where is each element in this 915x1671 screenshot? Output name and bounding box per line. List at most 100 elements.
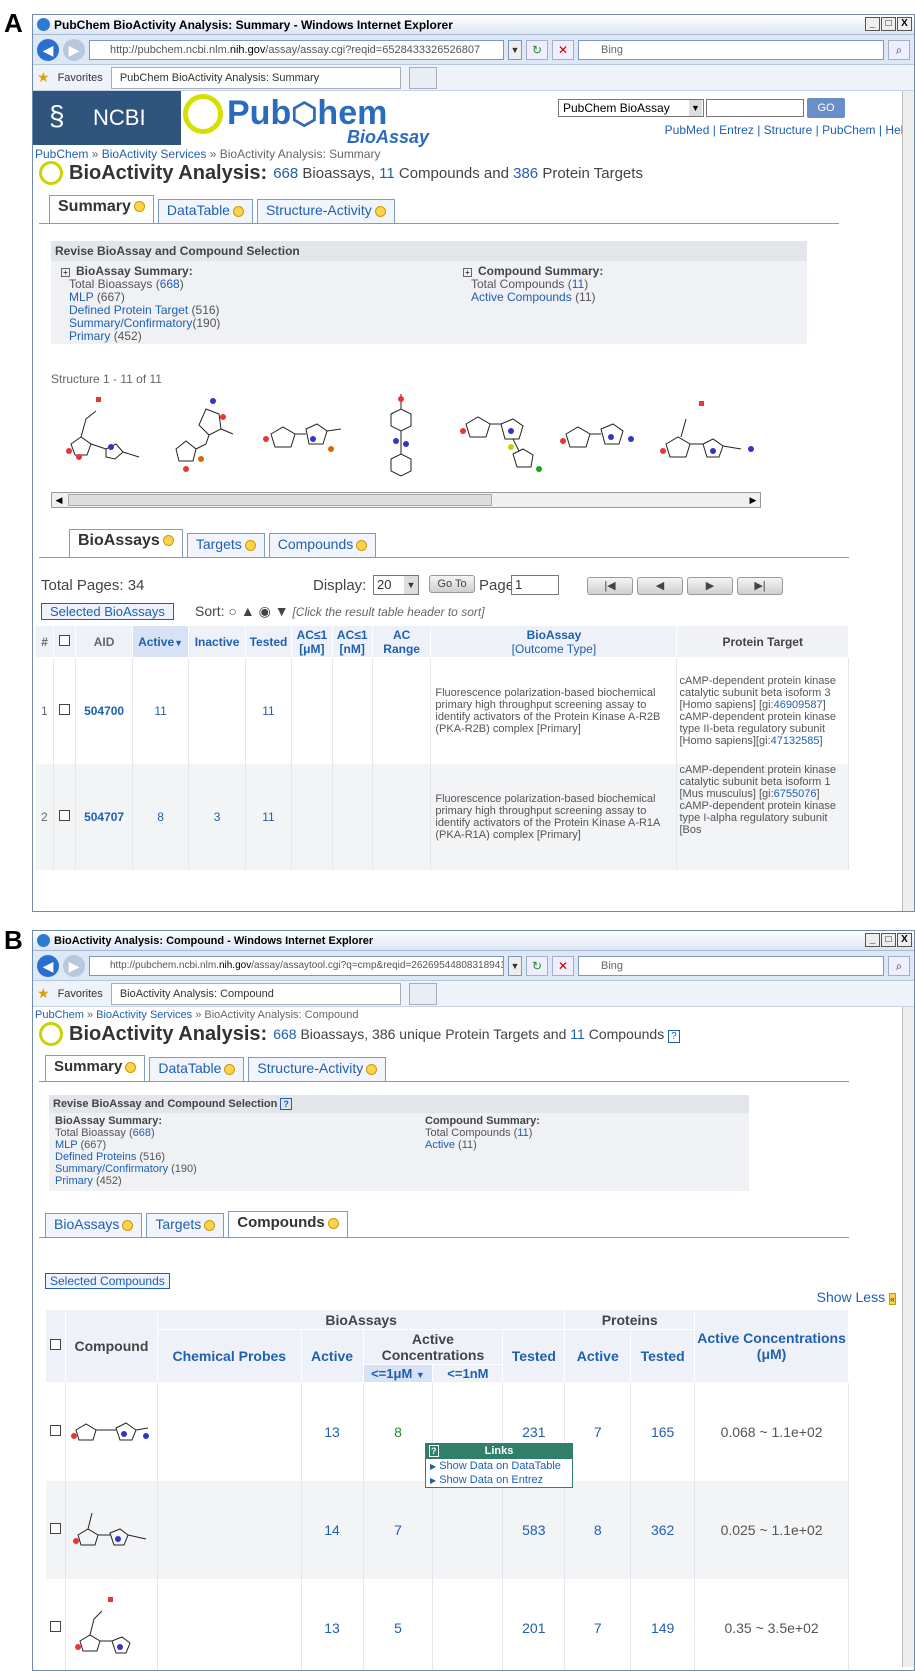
tab-structure-activity[interactable]: Structure-Activity <box>248 1057 387 1081</box>
ncbi-logo[interactable]: § NCBI <box>33 91 181 145</box>
back-button[interactable]: ◀ <box>37 38 59 61</box>
maximize-button[interactable]: □ <box>881 933 896 947</box>
breadcrumb-pubchem[interactable]: PubChem <box>35 1009 84 1021</box>
col-ac-nm[interactable]: AC≤1 [nM] <box>331 625 373 658</box>
minimize-button[interactable]: _ <box>865 933 880 947</box>
last-page-button[interactable]: ▶| <box>737 577 783 595</box>
database-select[interactable]: PubChem BioAssay <box>558 99 704 117</box>
col-bioassay[interactable]: BioAssay [Outcome Type] <box>430 625 678 658</box>
page-input[interactable]: 1 <box>511 575 559 595</box>
close-button[interactable]: X <box>897 933 912 947</box>
sort-desc-icon[interactable]: ▼ <box>275 603 289 619</box>
bioassays-count[interactable]: 668 <box>273 165 298 182</box>
tab-summary[interactable]: Summary <box>49 195 154 223</box>
breadcrumb-services[interactable]: BioActivity Services <box>102 147 207 161</box>
forward-button[interactable]: ▶ <box>63 38 85 61</box>
address-dropdown[interactable]: ▼ <box>508 39 522 60</box>
search-icon[interactable]: ⌕ <box>888 955 910 976</box>
gi-link[interactable]: 6755076 <box>774 788 817 800</box>
tab-bioassays[interactable]: BioAssays <box>45 1213 143 1237</box>
col-le-1nm[interactable]: <=1nM <box>432 1364 504 1383</box>
tab-compounds[interactable]: Compounds <box>228 1211 348 1237</box>
popup-help-icon[interactable]: ? <box>429 1445 439 1457</box>
new-tab-button[interactable] <box>408 982 437 1005</box>
refresh-button[interactable]: ↻ <box>526 955 548 976</box>
compound-structure[interactable] <box>68 1503 154 1553</box>
inactive-count[interactable]: 3 <box>188 763 246 870</box>
bioassay-tested-count[interactable]: 583 <box>502 1480 566 1579</box>
inactive-count[interactable] <box>188 657 246 764</box>
protein-active-count[interactable]: 7 <box>564 1578 632 1670</box>
search-icon[interactable]: ⌕ <box>888 39 910 60</box>
col-select-all[interactable] <box>53 625 77 658</box>
protein-tested-count[interactable]: 362 <box>630 1480 696 1579</box>
col-protein-tested[interactable]: Tested <box>630 1329 696 1383</box>
tested-count[interactable]: 11 <box>245 763 293 870</box>
display-select[interactable]: 20 ▼ <box>373 575 419 595</box>
tab-structure-activity[interactable]: Structure-Activity <box>256 199 395 223</box>
col-ac-um[interactable]: AC≤1 [μM] <box>291 625 333 658</box>
address-dropdown[interactable]: ▼ <box>508 955 522 976</box>
row-checkbox[interactable] <box>49 1522 61 1534</box>
scroll-left-icon[interactable]: ◀ <box>52 493 66 507</box>
page-scrollbar[interactable] <box>902 1007 914 1667</box>
total-compounds-link[interactable]: 11 <box>517 1127 528 1139</box>
tab-bioassays[interactable]: BioAssays <box>69 529 183 557</box>
row-checkbox[interactable] <box>59 809 71 821</box>
summary-confirmatory-link[interactable]: Summary/Confirmatory <box>55 1163 168 1175</box>
help-icon[interactable]: ? <box>280 1098 292 1110</box>
search-box[interactable]: Bing <box>578 955 884 976</box>
protein-tested-count[interactable]: 165 <box>630 1382 696 1481</box>
address-bar[interactable]: http://pubchem.ncbi.nlm.nih.gov/assay/as… <box>89 955 504 976</box>
compound-structure[interactable] <box>651 389 759 487</box>
help-icon[interactable]: ? <box>668 1030 680 1043</box>
total-bioassays-link[interactable]: 668 <box>160 277 180 291</box>
expand-bioassay-icon[interactable]: + <box>61 268 70 277</box>
aid-link[interactable]: 504700 <box>84 704 124 718</box>
compounds-count[interactable]: 11 <box>379 165 395 182</box>
breadcrumb-services[interactable]: BioActivity Services <box>96 1009 192 1021</box>
compound-structure[interactable] <box>251 389 351 487</box>
compound-structure[interactable] <box>68 1410 154 1450</box>
col-tested[interactable]: Tested <box>244 625 293 658</box>
structure-scrollbar[interactable]: ◀ ▶ <box>51 492 761 508</box>
col-bioassay-tested[interactable]: Tested <box>502 1329 566 1383</box>
compound-structure-cell[interactable] <box>65 1578 158 1670</box>
bioassay-active-count[interactable]: 13 <box>301 1578 364 1670</box>
show-data-entrez-link[interactable]: ▶ Show Data on Entrez <box>426 1473 572 1487</box>
new-tab-button[interactable] <box>408 66 437 89</box>
col-active[interactable]: Active▼ <box>131 625 190 658</box>
tab-datatable[interactable]: DataTable <box>149 1057 245 1081</box>
selected-bioassays-button[interactable]: Selected BioAssays <box>41 603 174 620</box>
link-pubmed[interactable]: PubMed <box>665 123 710 137</box>
col-active-concentrations[interactable]: Active Concentrations (μM) <box>694 1309 849 1383</box>
col-bioassay-active[interactable]: Active <box>300 1329 364 1383</box>
address-bar[interactable]: http://pubchem.ncbi.nlm.nih.gov/assay/as… <box>89 39 504 60</box>
mlp-link[interactable]: MLP <box>55 1139 77 1151</box>
selected-compounds-button[interactable]: Selected Compounds <box>45 1273 170 1289</box>
sort-desc-radio[interactable]: ◉ <box>259 603 271 619</box>
select-all-checkbox[interactable] <box>49 1339 61 1350</box>
tab-summary[interactable]: Summary <box>45 1055 146 1081</box>
link-structure[interactable]: Structure <box>764 123 813 137</box>
link-pubchem[interactable]: PubChem <box>822 123 875 137</box>
compound-structure[interactable] <box>351 389 451 487</box>
tab-datatable[interactable]: DataTable <box>157 199 253 223</box>
gi-link[interactable]: 47132585 <box>771 735 820 747</box>
favorites-button[interactable]: Favorites <box>58 72 103 84</box>
forward-button[interactable]: ▶ <box>63 954 85 977</box>
mlp-link[interactable]: MLP <box>69 290 93 304</box>
col-chemical-probes[interactable]: Chemical Probes <box>156 1329 302 1383</box>
gi-link[interactable]: 46909587 <box>774 699 823 711</box>
browser-tab[interactable]: BioActivity Analysis: Compound <box>110 982 401 1005</box>
back-button[interactable]: ◀ <box>37 954 59 977</box>
le-1um-count[interactable]: 8 <box>363 1382 434 1481</box>
stop-button[interactable]: ✕ <box>552 39 574 60</box>
bioassay-active-count[interactable]: 13 <box>301 1382 364 1481</box>
active-count[interactable]: 8 <box>132 763 190 870</box>
summary-confirmatory-link[interactable]: Summary/Confirmatory <box>69 316 192 330</box>
col-ac-range[interactable]: AC Range <box>371 625 432 658</box>
compound-structure[interactable] <box>151 389 251 487</box>
stop-button[interactable]: ✕ <box>552 955 574 976</box>
tested-count[interactable]: 11 <box>245 657 293 764</box>
